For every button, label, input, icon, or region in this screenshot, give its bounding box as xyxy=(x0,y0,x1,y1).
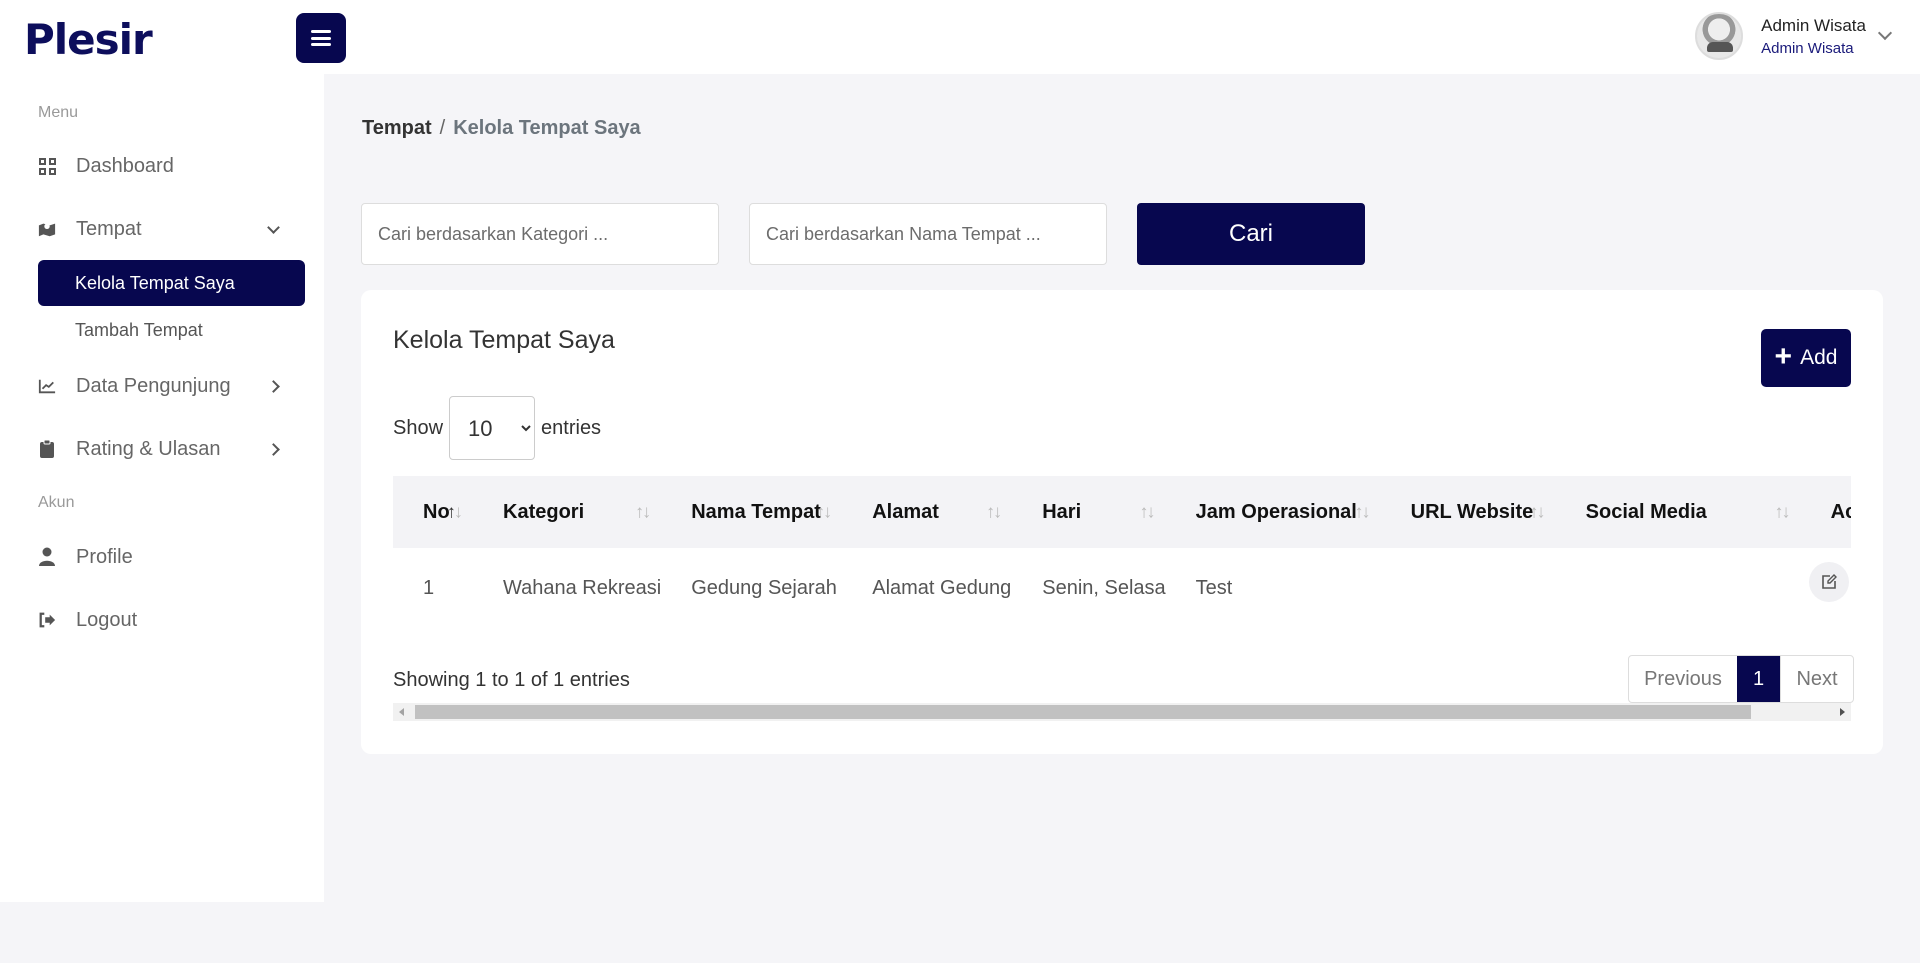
logout-icon xyxy=(38,611,56,629)
add-button-label: Add xyxy=(1800,346,1838,369)
cell-nama-tempat: Gedung Sejarah xyxy=(691,576,837,599)
chevron-right-icon xyxy=(267,442,280,456)
column-header-jam-operasional[interactable]: Jam Operasional ↑↓ xyxy=(1166,476,1381,548)
sidebar-item-logout[interactable]: Logout xyxy=(38,600,294,640)
breadcrumb-separator: / xyxy=(439,117,446,139)
add-button[interactable]: + Add xyxy=(1761,329,1851,387)
table-row: 1 Wahana Rekreasi Gedung Sejarah Alamat … xyxy=(393,548,1851,628)
cell-url-website xyxy=(1381,548,1556,628)
sidebar: Menu Dashboard Tempat Kelola Tempat Saya… xyxy=(0,74,324,902)
sidebar-item-label: Tempat xyxy=(76,217,142,240)
sidebar-item-label: Dashboard xyxy=(76,154,174,177)
edit-button[interactable] xyxy=(1809,562,1849,602)
pagination-next[interactable]: Next xyxy=(1780,656,1853,702)
scroll-left-arrow-icon[interactable] xyxy=(399,708,404,716)
sort-icon: ↑↓ xyxy=(635,501,651,522)
sidebar-item-label: Profile xyxy=(76,545,133,568)
avatar xyxy=(1695,12,1744,60)
column-header-aksi[interactable]: Ac xyxy=(1801,476,1851,548)
cell-jam-operasional: Test xyxy=(1195,576,1233,599)
sidebar-item-data-pengunjung[interactable]: Data Pengunjung xyxy=(38,366,294,406)
scroll-right-arrow-icon[interactable] xyxy=(1840,708,1845,716)
plus-icon: + xyxy=(1774,339,1793,373)
column-header-social-media[interactable]: Social Media ↑↓ xyxy=(1556,476,1801,548)
breadcrumb-parent[interactable]: Tempat xyxy=(362,117,432,139)
show-label: Show xyxy=(393,416,444,439)
map-icon xyxy=(38,220,56,238)
sort-icon: ↑↓ xyxy=(1774,501,1791,522)
sort-icon: ↑↓ xyxy=(1529,501,1546,522)
sort-icon: ↑↓ xyxy=(986,501,1002,522)
column-header-url-website[interactable]: URL Website ↑↓ xyxy=(1381,476,1556,548)
breadcrumb-current: Kelola Tempat Saya xyxy=(453,117,641,139)
sidebar-item-label: Rating & Ulasan xyxy=(76,437,221,460)
edit-icon xyxy=(1822,574,1837,589)
sort-icon: ↑↓ xyxy=(447,501,463,522)
cell-kategori: Wahana Rekreasi xyxy=(503,576,662,599)
menu-section-label: Menu xyxy=(38,104,79,121)
sidebar-item-dashboard[interactable]: Dashboard xyxy=(38,146,294,186)
column-header-nama-tempat[interactable]: Nama Tempat ↑↓ xyxy=(661,476,842,548)
top-bar: Plesir Admin Wisata Admin Wisata xyxy=(0,0,1920,74)
pagination-page-1[interactable]: 1 xyxy=(1737,656,1780,702)
cell-alamat: Alamat Gedung xyxy=(872,576,1012,599)
search-button[interactable]: Cari xyxy=(1137,203,1365,265)
column-header-no[interactable]: No ↑↓ xyxy=(393,476,473,548)
breadcrumb: Tempat / Kelola Tempat Saya xyxy=(362,117,641,140)
dashboard-icon xyxy=(38,157,56,175)
entries-length-control: Show 10 entries xyxy=(393,396,601,460)
hamburger-icon xyxy=(311,30,331,46)
column-header-kategori[interactable]: Kategori ↑↓ xyxy=(473,476,661,548)
sidebar-item-label: Data Pengunjung xyxy=(76,374,231,397)
chart-icon xyxy=(38,377,56,395)
search-kategori-input[interactable] xyxy=(361,203,719,265)
horizontal-scrollbar[interactable] xyxy=(393,703,1851,721)
user-menu[interactable]: Admin Wisata Admin Wisata xyxy=(1695,12,1893,60)
chevron-down-icon xyxy=(267,220,280,234)
sort-icon: ↑↓ xyxy=(816,501,832,522)
sidebar-subitem-kelola-tempat-saya[interactable]: Kelola Tempat Saya xyxy=(38,260,305,306)
sidebar-item-tempat[interactable]: Tempat xyxy=(38,209,294,249)
entries-select[interactable]: 10 xyxy=(449,396,536,460)
account-section-label: Akun xyxy=(38,494,75,511)
chevron-right-icon xyxy=(267,379,280,393)
user-icon xyxy=(38,547,56,566)
sidebar-subitem-tambah-tempat[interactable]: Tambah Tempat xyxy=(38,307,305,353)
cell-social-media xyxy=(1556,548,1801,628)
sort-icon: ↑↓ xyxy=(1139,501,1156,522)
scrollbar-thumb[interactable] xyxy=(415,705,1751,719)
table-header-row: No ↑↓ Kategori ↑↓ Nama Tempat ↑↓ Alamat ↑↓ H… xyxy=(393,476,1851,548)
entries-label: entries xyxy=(541,416,602,439)
places-table: No ↑↓ Kategori ↑↓ Nama Tempat ↑↓ Alamat ↑↓ H… xyxy=(393,476,1851,628)
cell-hari: Senin, Selasa xyxy=(1042,576,1166,599)
clipboard-icon xyxy=(38,439,56,458)
sidebar-item-label: Logout xyxy=(76,608,138,631)
user-name: Admin Wisata xyxy=(1761,15,1866,35)
sidebar-item-rating-ulasan[interactable]: Rating & Ulasan xyxy=(38,429,294,469)
table-info: Showing 1 to 1 of 1 entries xyxy=(393,669,630,691)
cell-no: 1 xyxy=(423,576,435,599)
menu-toggle-button[interactable] xyxy=(296,13,346,63)
column-header-hari[interactable]: Hari ↑↓ xyxy=(1012,476,1165,548)
pagination-previous[interactable]: Previous xyxy=(1629,656,1737,702)
search-nama-input[interactable] xyxy=(749,203,1107,265)
sort-icon: ↑↓ xyxy=(1354,501,1371,522)
logo[interactable]: Plesir xyxy=(24,14,153,64)
footer-strip xyxy=(0,902,1920,963)
card-title: Kelola Tempat Saya xyxy=(393,326,615,354)
chevron-down-icon xyxy=(1877,25,1893,41)
user-role: Admin Wisata xyxy=(1761,39,1854,57)
column-header-alamat[interactable]: Alamat ↑↓ xyxy=(842,476,1012,548)
pagination: Previous 1 Next xyxy=(1628,655,1854,703)
sidebar-item-profile[interactable]: Profile xyxy=(38,537,294,577)
logo-text: Plesir xyxy=(24,14,153,64)
places-card: Kelola Tempat Saya + Add Show 10 entries… xyxy=(361,290,1883,754)
